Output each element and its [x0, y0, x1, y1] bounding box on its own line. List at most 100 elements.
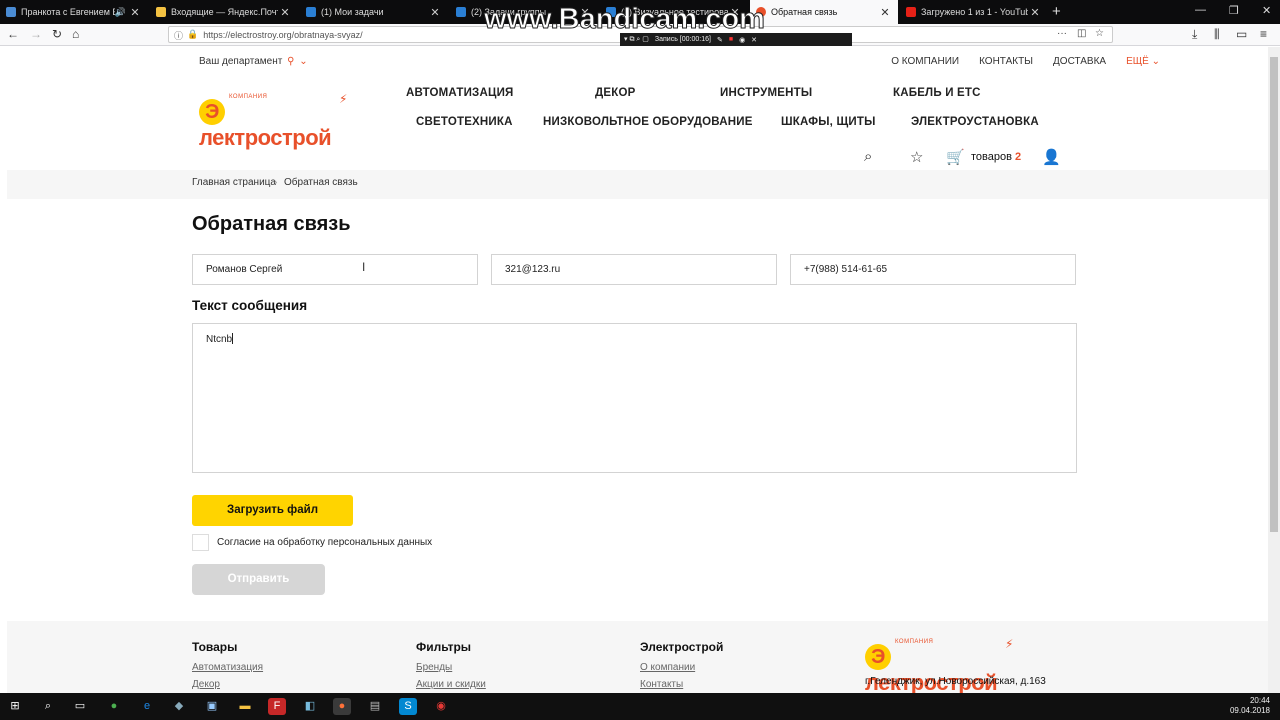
explorer-icon[interactable]: ▬ — [236, 698, 254, 715]
search-icon[interactable]: ⌕ — [864, 148, 872, 165]
breadcrumb-home[interactable]: Главная страница — [192, 177, 276, 188]
recorder-stop-icon[interactable]: ■ — [729, 36, 733, 43]
footer-link[interactable]: О компании — [640, 662, 695, 673]
close-window-icon[interactable]: ✕ — [1262, 4, 1271, 17]
back-icon[interactable]: ← — [7, 27, 19, 41]
consent-checkbox[interactable] — [192, 534, 209, 551]
system-clock[interactable]: 20:44 09.04.2018 — [1230, 696, 1270, 716]
app-icon[interactable]: ◆ — [170, 698, 188, 715]
message-text: Ntcnb — [206, 334, 233, 345]
department-label: Ваш департамент — [199, 56, 283, 67]
link-about[interactable]: О КОМПАНИИ — [891, 56, 959, 67]
message-textarea[interactable]: Ntcnb — [192, 323, 1077, 473]
minimize-icon[interactable]: — — [1195, 4, 1206, 16]
breadcrumb-separator: › — [274, 177, 278, 188]
recorder-close-icon[interactable]: ✕ — [751, 36, 757, 44]
app-icon[interactable]: ◧ — [301, 698, 319, 715]
bandicam-icon[interactable]: ◉ — [432, 698, 450, 715]
site-logo[interactable]: КОМПАНИЯ Электрострой ⚡ — [199, 92, 349, 150]
cart-icon[interactable]: 🛒 — [946, 148, 965, 166]
network-app-icon[interactable]: ▣ — [203, 698, 221, 715]
browser-tab-active[interactable]: Обратная связь ✕ — [750, 0, 898, 24]
cart-text: товаров — [971, 151, 1012, 163]
menu-cable[interactable]: КАБЕЛЬ И ETC — [893, 87, 981, 99]
menu-cabinets[interactable]: ШКАФЫ, ЩИТЫ — [781, 116, 876, 128]
link-more[interactable]: ЕЩЁ ⌄ — [1126, 56, 1160, 67]
cart-label[interactable]: товаров 2 — [971, 151, 1021, 163]
recorder-pen-icon[interactable]: ✎ — [717, 36, 723, 44]
speaker-icon[interactable]: 🔊 — [115, 7, 126, 18]
page-title: Обратная связь — [192, 213, 351, 235]
menu-icon[interactable]: ≡ — [1260, 27, 1267, 41]
start-icon[interactable]: ⊞ — [6, 698, 24, 715]
department-selector[interactable]: Ваш департамент ⚲ ⌄ — [199, 56, 308, 67]
sidebar-icon[interactable]: ▭ — [1236, 27, 1247, 41]
new-tab-button[interactable]: + — [1052, 3, 1061, 20]
page-scrollbar[interactable] — [1268, 47, 1280, 693]
menu-lighting[interactable]: СВЕТОТЕХНИКА — [416, 116, 513, 128]
close-tab-icon[interactable]: ✕ — [128, 6, 142, 19]
browser-tab[interactable]: Загружено 1 из 1 - YouTube ✕ — [900, 0, 1048, 24]
library-icon[interactable]: ⫼ — [1214, 27, 1220, 42]
tab-title: Входящие — Яндекс.Почта — [171, 7, 278, 17]
submit-button[interactable]: Отправить — [192, 564, 325, 595]
link-delivery[interactable]: ДОСТАВКА — [1053, 56, 1106, 67]
consent-label[interactable]: Согласие на обработку персональных данны… — [217, 537, 432, 548]
chrome-icon[interactable]: ● — [105, 698, 123, 715]
firefox-icon[interactable]: ● — [333, 698, 351, 715]
skype-icon[interactable]: S — [399, 698, 417, 715]
taskbar: ⊞ ⌕ ▭ ● e ◆ ▣ ▬ F ◧ ● ▤ S ◉ 20:44 09.04.… — [0, 693, 1280, 720]
menu-decor[interactable]: ДЕКОР — [595, 87, 636, 99]
close-tab-icon[interactable]: ✕ — [428, 6, 442, 19]
link-contacts[interactable]: КОНТАКТЫ — [979, 56, 1033, 67]
footer-link[interactable]: Контакты — [640, 679, 683, 690]
footer-link[interactable]: Бренды — [416, 662, 452, 673]
restore-icon[interactable]: ❐ — [1229, 4, 1239, 17]
search-icon[interactable]: ⌕ — [39, 698, 57, 715]
menu-tools[interactable]: ИНСТРУМЕНТЫ — [720, 87, 812, 99]
recorder-watermark: www.Bandicam.com — [484, 3, 766, 36]
app-icon[interactable]: ▤ — [366, 698, 384, 715]
forward-icon[interactable]: → — [30, 27, 42, 41]
home-icon[interactable]: ⌂ — [72, 27, 79, 41]
footer-link[interactable]: Декор — [192, 679, 220, 690]
close-tab-icon[interactable]: ✕ — [1028, 6, 1042, 19]
tab-favicon-icon — [6, 7, 16, 17]
menu-installation[interactable]: ЭЛЕКТРОУСТАНОВКА — [911, 116, 1039, 128]
browser-tab[interactable]: Входящие — Яндекс.Почта ✕ — [150, 0, 298, 24]
info-icon[interactable]: ⓘ — [174, 29, 183, 42]
user-icon[interactable]: 👤 — [1042, 148, 1061, 166]
recorder-status: Запись [00:00:16] — [654, 36, 711, 43]
pocket-icon[interactable]: ◫ — [1077, 28, 1086, 39]
logo-emblem: Э — [865, 644, 891, 670]
close-tab-icon[interactable]: ✕ — [278, 6, 292, 19]
downloads-icon[interactable]: ⤓ — [1192, 27, 1197, 42]
favorites-star-icon[interactable]: ☆ — [910, 148, 923, 166]
reload-icon[interactable]: ↻ — [52, 27, 62, 41]
task-view-icon[interactable]: ▭ — [71, 698, 89, 715]
tab-title: (1) Мои задачи — [321, 7, 384, 17]
recorder-camera-icon[interactable]: ◉ — [739, 36, 745, 44]
text-cursor-icon: I — [362, 260, 366, 274]
recorder-menu-icon[interactable]: ▾ ⧉ ⌕ ▢ — [624, 35, 649, 44]
text-caret — [232, 333, 234, 344]
footer-link[interactable]: Акции и скидки — [416, 679, 486, 690]
menu-lowvoltage[interactable]: НИЗКОВОЛЬТНОЕ ОБОРУДОВАНИЕ — [543, 116, 753, 128]
bookmark-star-icon[interactable]: ☆ — [1095, 28, 1104, 39]
top-links: О КОМПАНИИ КОНТАКТЫ ДОСТАВКА ЕЩЁ ⌄ — [891, 56, 1160, 67]
name-field[interactable]: Романов Сергей — [192, 254, 478, 285]
upload-file-button[interactable]: Загрузить файл — [192, 495, 353, 526]
edge-icon[interactable]: e — [138, 698, 156, 715]
phone-field[interactable]: +7(988) 514-61-65 — [790, 254, 1076, 285]
browser-tab[interactable]: (1) Мои задачи ✕ — [300, 0, 448, 24]
lightning-icon: ⚡ — [339, 92, 348, 106]
browser-tab[interactable]: Пранкота с Евгением Вольн 🔊 ✕ — [0, 0, 148, 24]
email-field[interactable]: 321@123.ru — [491, 254, 777, 285]
page-actions-icon[interactable]: ··· — [1057, 28, 1067, 39]
menu-automation[interactable]: АВТОМАТИЗАЦИЯ — [406, 87, 514, 99]
footer-logo[interactable]: КОМПАНИЯ Электрострой ⚡ — [865, 637, 1015, 693]
close-tab-icon[interactable]: ✕ — [878, 6, 892, 19]
scrollbar-thumb[interactable] — [1270, 57, 1278, 532]
footer-link[interactable]: Автоматизация — [192, 662, 263, 673]
filezilla-icon[interactable]: F — [268, 698, 286, 715]
